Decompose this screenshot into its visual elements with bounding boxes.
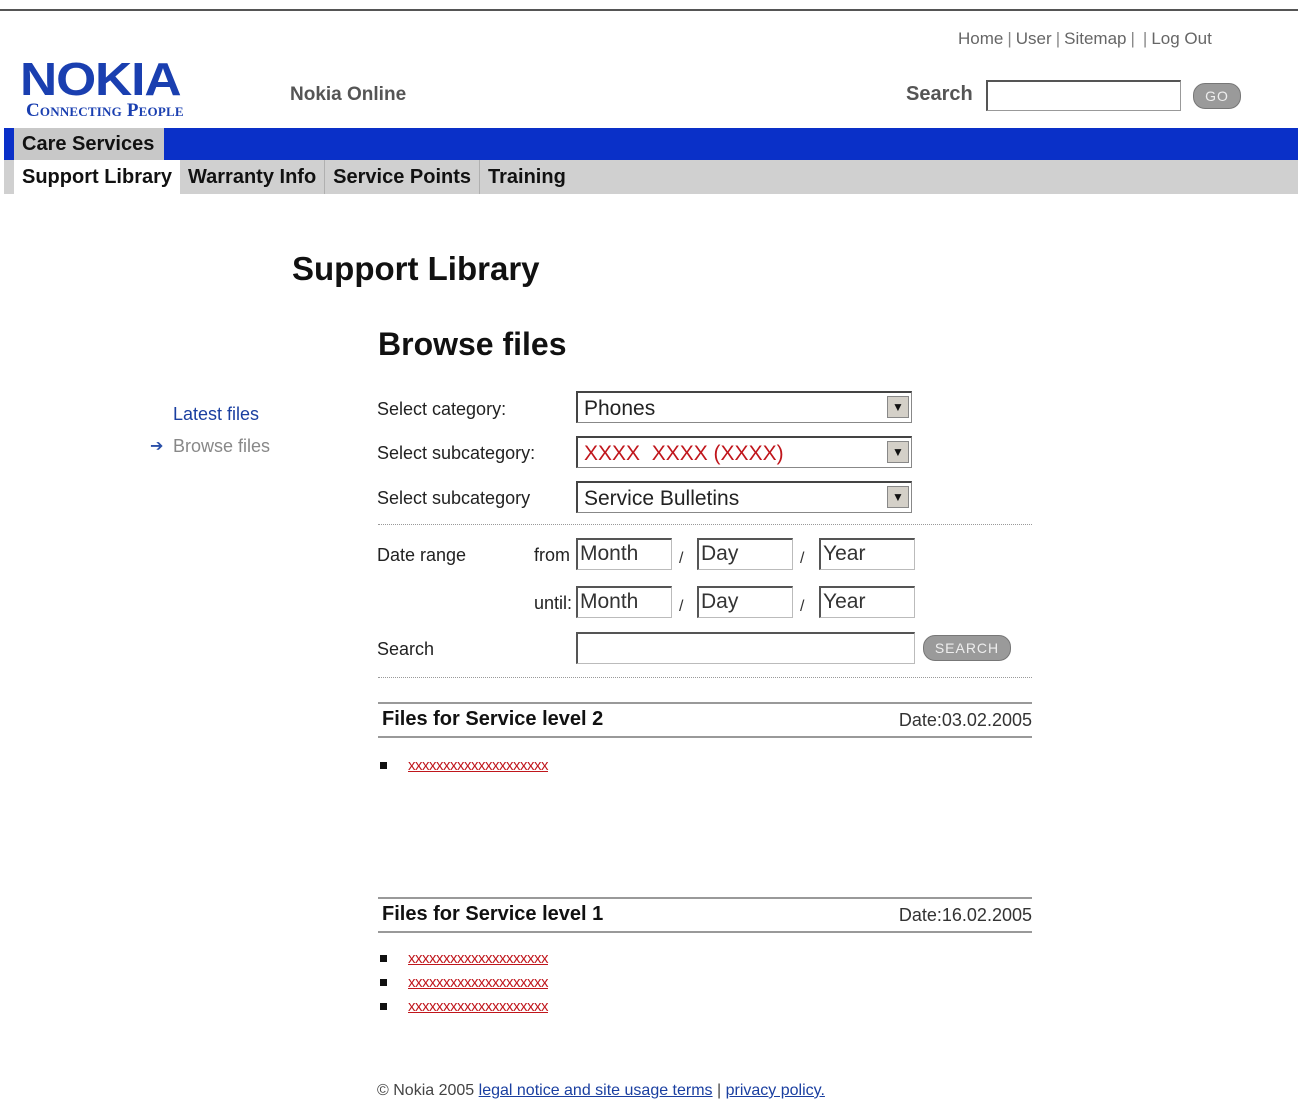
category-label: Select category: xyxy=(377,399,507,419)
secondary-nav: Support Library Warranty Info Service Po… xyxy=(14,160,574,194)
search-input[interactable] xyxy=(576,632,915,664)
group-title: Files for Service level 1 xyxy=(382,903,604,925)
file-link[interactable]: xxxxxxxxxxxxxxxxxxxx xyxy=(408,974,549,991)
separator: | xyxy=(1142,29,1148,48)
footer-separator: | xyxy=(717,1082,722,1099)
tab-warranty-info[interactable]: Warranty Info xyxy=(180,160,326,194)
until-year-input[interactable]: Year xyxy=(819,586,915,618)
subcategory2-value: Service Bulletins xyxy=(584,487,740,510)
subcategory-label: Select subcategory: xyxy=(377,443,536,463)
subcategory2-select[interactable]: Service Bulletins ▼ xyxy=(576,481,912,513)
subcategory-select[interactable]: XXXX XXXX (XXXX) ▼ xyxy=(576,436,912,468)
bullet-icon xyxy=(380,979,387,986)
group-title: Files for Service level 2 xyxy=(382,708,604,730)
date-range-label: Date range xyxy=(377,545,467,565)
footer: © Nokia 2005 legal notice and site usage… xyxy=(377,1082,825,1100)
category-value: Phones xyxy=(584,397,656,420)
file-link[interactable]: xxxxxxxxxxxxxxxxxxxx xyxy=(408,950,549,967)
separator: | xyxy=(1055,29,1061,48)
group-divider-top xyxy=(378,897,1032,899)
bullet-icon xyxy=(380,1003,387,1010)
chevron-down-icon[interactable]: ▼ xyxy=(887,441,909,463)
file-link[interactable]: xxxxxxxxxxxxxxxxxxxx xyxy=(408,998,549,1015)
search-button[interactable]: SEARCH xyxy=(923,635,1011,661)
dotted-divider xyxy=(378,524,1032,525)
logout-link[interactable]: Log Out xyxy=(1151,29,1212,48)
home-link[interactable]: Home xyxy=(958,29,1003,48)
from-month-input[interactable]: Month xyxy=(576,538,672,570)
dotted-divider xyxy=(378,677,1032,678)
bullet-icon xyxy=(380,955,387,962)
sidebar-item-browse-files[interactable]: Browse files xyxy=(173,436,270,457)
go-button[interactable]: GO xyxy=(1193,83,1241,109)
legal-notice-link[interactable]: legal notice and site usage terms xyxy=(479,1082,713,1099)
subcategory2-label: Select subcategory xyxy=(377,488,531,508)
bullet-icon xyxy=(380,762,387,769)
tab-training[interactable]: Training xyxy=(480,160,574,194)
date-separator: / xyxy=(800,598,805,615)
site-name: Nokia Online xyxy=(290,84,407,105)
utility-nav: Home | User | Sitemap | | Log Out xyxy=(958,29,1212,49)
until-day-input[interactable]: Day xyxy=(697,586,793,618)
until-month-input[interactable]: Month xyxy=(576,586,672,618)
copyright-text: © Nokia 2005 xyxy=(377,1082,475,1099)
from-label: from xyxy=(534,545,570,565)
date-separator: / xyxy=(679,598,684,615)
group-date: Date:03.02.2005 xyxy=(898,710,1032,730)
tab-support-library[interactable]: Support Library xyxy=(14,160,181,194)
tab-care-services[interactable]: Care Services xyxy=(14,128,164,160)
group-divider-top xyxy=(378,702,1032,704)
group-divider-bottom xyxy=(378,931,1032,933)
date-separator: / xyxy=(679,550,684,567)
from-day-input[interactable]: Day xyxy=(697,538,793,570)
search-label: Search xyxy=(377,639,435,659)
header-search-input[interactable] xyxy=(986,80,1181,111)
sidebar-item-latest-files[interactable]: Latest files xyxy=(173,404,259,425)
top-divider xyxy=(0,9,1298,11)
separator: | xyxy=(1130,29,1135,48)
separator: | xyxy=(1007,29,1012,48)
user-link[interactable]: User xyxy=(1016,29,1052,48)
group-divider-bottom xyxy=(378,736,1032,738)
header-search-label: Search xyxy=(906,83,973,105)
subcategory-value: XXXX XXXX (XXXX) xyxy=(584,442,784,465)
chevron-down-icon[interactable]: ▼ xyxy=(887,396,909,418)
file-link[interactable]: xxxxxxxxxxxxxxxxxxxx xyxy=(408,757,549,774)
nokia-logo[interactable]: NOKIA Connecting People xyxy=(20,56,220,120)
sitemap-link[interactable]: Sitemap xyxy=(1064,29,1126,48)
category-select[interactable]: Phones ▼ xyxy=(576,391,912,423)
section-title: Browse files xyxy=(378,326,567,362)
date-separator: / xyxy=(800,550,805,567)
from-year-input[interactable]: Year xyxy=(819,538,915,570)
arrow-right-icon: ➔ xyxy=(150,438,164,455)
page-title: Support Library xyxy=(292,250,540,287)
group-date: Date:16.02.2005 xyxy=(898,905,1032,925)
logo-wordmark: NOKIA xyxy=(20,53,182,105)
chevron-down-icon[interactable]: ▼ xyxy=(887,486,909,508)
tab-service-points[interactable]: Service Points xyxy=(325,160,481,194)
privacy-policy-link[interactable]: privacy policy. xyxy=(726,1082,825,1099)
primary-nav-bar xyxy=(4,128,1298,160)
until-label: until: xyxy=(534,593,573,613)
